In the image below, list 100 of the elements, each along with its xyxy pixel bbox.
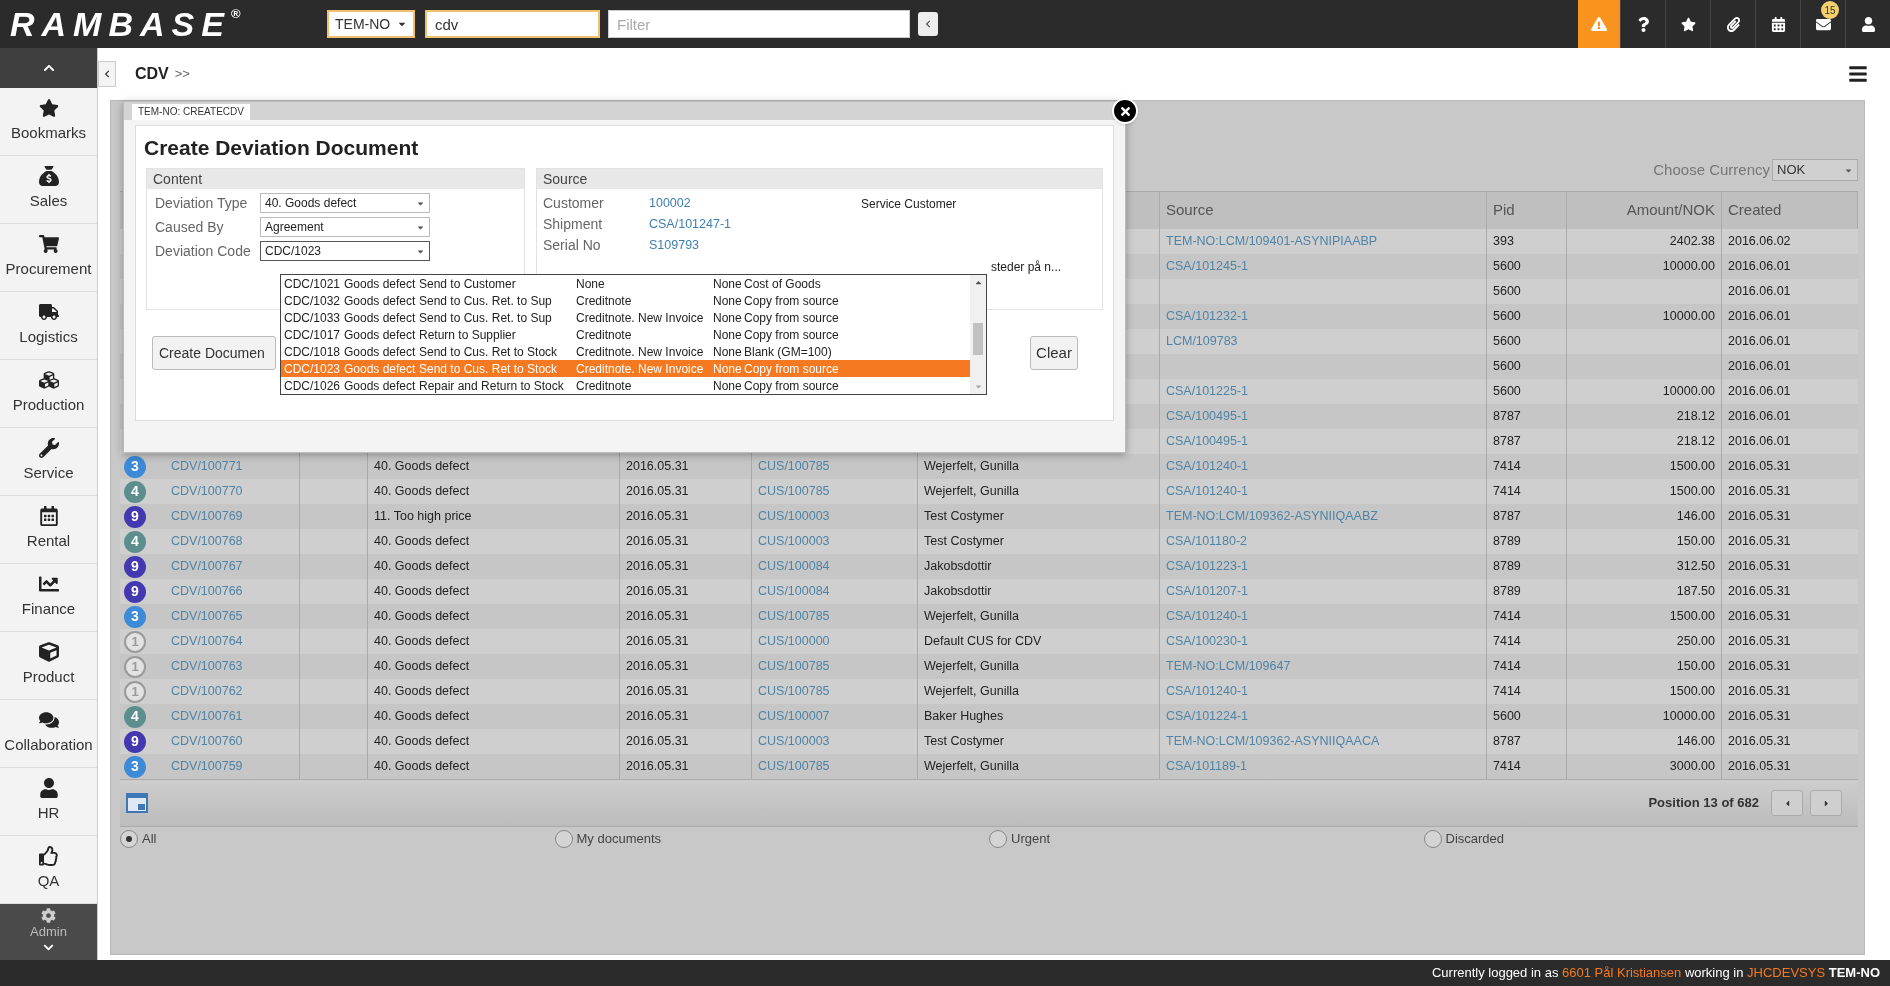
- column-header[interactable]: Source: [1166, 199, 1214, 222]
- field-link[interactable]: CSA/101247-1: [649, 215, 861, 234]
- scrollbar-thumb[interactable]: [973, 323, 983, 355]
- sidebar-item[interactable]: Bookmarks: [0, 88, 97, 156]
- dropdown-option[interactable]: CDC/1023 Goods defect Send to Cus. Ret to Stock Creditnote. New Invoice None Copy from source: [281, 360, 970, 377]
- sidebar-item[interactable]: Logistics: [0, 292, 97, 360]
- field-link[interactable]: S109793: [649, 236, 861, 255]
- table-link[interactable]: CSA/101224-1: [1166, 707, 1248, 726]
- table-link[interactable]: CDV/100761: [171, 707, 243, 726]
- field-label: Customer: [542, 194, 605, 213]
- filter-field[interactable]: Filter: [608, 10, 910, 38]
- table-link[interactable]: CSA/100495-1: [1166, 432, 1248, 451]
- window-icon[interactable]: [126, 793, 148, 813]
- sidebar-item[interactable]: Production: [0, 360, 97, 428]
- table-link[interactable]: CDV/100768: [171, 532, 243, 551]
- filter-radio[interactable]: My documents: [554, 829, 989, 849]
- sidebar-item[interactable]: Collaboration: [0, 700, 97, 768]
- column-header[interactable]: Pid: [1493, 199, 1515, 222]
- radio-icon[interactable]: [989, 830, 1007, 848]
- filter-radio[interactable]: Discarded: [1423, 829, 1858, 849]
- dropdown-option[interactable]: CDC/1021 Goods defect Send to Customer None None Cost of Goods: [281, 275, 970, 292]
- select-field[interactable]: 40. Goods defect: [260, 193, 430, 213]
- sidebar-item[interactable]: HR: [0, 768, 97, 836]
- close-button[interactable]: [1112, 98, 1138, 124]
- table-link[interactable]: CDV/100765: [171, 607, 243, 626]
- sidebar-item[interactable]: Sales: [0, 156, 97, 224]
- column-header[interactable]: Amount/NOK: [1626, 199, 1715, 222]
- table-link[interactable]: CDV/100766: [171, 582, 243, 601]
- table-link[interactable]: CSA/101240-1: [1166, 457, 1248, 476]
- table-link[interactable]: CDV/100767: [171, 557, 243, 576]
- table-link[interactable]: CSA/101232-1: [1166, 307, 1248, 326]
- table-link[interactable]: CSA/100230-1: [1166, 632, 1248, 651]
- table-link[interactable]: CSA/101240-1: [1166, 607, 1248, 626]
- scrollbar[interactable]: [970, 275, 986, 394]
- sidebar-item[interactable]: Product: [0, 632, 97, 700]
- mail-button[interactable]: 15: [1800, 0, 1845, 48]
- table-link[interactable]: CUS/100007: [758, 707, 830, 726]
- dialog-tab[interactable]: TEM-NO: CREATECDV: [132, 104, 250, 120]
- sidebar-item[interactable]: Admin: [30, 908, 67, 938]
- currency-select[interactable]: NOK: [1772, 159, 1858, 181]
- back-button[interactable]: [98, 61, 116, 87]
- table-link[interactable]: CUS/100785: [758, 757, 830, 776]
- filter-radio[interactable]: All: [120, 829, 555, 849]
- dropdown-option[interactable]: CDC/1033 Goods defect Send to Cus. Ret. to Sup Creditnote. New Invoice None Copy from source: [281, 309, 970, 326]
- table-link[interactable]: TEM-NO:LCM/109362-ASYNIIQAACA: [1166, 732, 1380, 751]
- menu-icon[interactable]: [1848, 64, 1868, 84]
- table-link[interactable]: CDV/100759: [171, 757, 243, 776]
- dropdown-option[interactable]: CDC/1017 Goods defect Return to Supplier Creditnote None Copy from source: [281, 326, 970, 343]
- table-link[interactable]: TEM-NO:LCM/109362-ASYNIIQAABZ: [1166, 507, 1378, 526]
- sidebar-item[interactable]: Service: [0, 428, 97, 496]
- table-link[interactable]: CDV/100771: [171, 457, 243, 476]
- table-link[interactable]: CUS/100785: [758, 457, 830, 476]
- table-link[interactable]: CSA/101240-1: [1166, 682, 1248, 701]
- filter-radio[interactable]: Urgent: [989, 829, 1424, 849]
- table-link[interactable]: CSA/101189-1: [1166, 757, 1248, 776]
- select-field[interactable]: CDC/1023: [260, 241, 430, 261]
- table-link[interactable]: CDV/100769: [171, 507, 243, 526]
- table-link[interactable]: CUS/100003: [758, 507, 830, 526]
- radio-icon[interactable]: [120, 830, 138, 848]
- select-field[interactable]: Agreement: [260, 217, 430, 237]
- collapse-button[interactable]: [918, 12, 938, 36]
- table-link[interactable]: CDV/100770: [171, 482, 243, 501]
- field-link[interactable]: 100002: [649, 194, 861, 213]
- table-link[interactable]: CSA/101240-1: [1166, 482, 1248, 501]
- table-link[interactable]: CSA/100495-1: [1166, 407, 1248, 426]
- radio-icon[interactable]: [1423, 830, 1442, 848]
- table-link[interactable]: LCM/109783: [1166, 332, 1238, 351]
- dropdown-option[interactable]: CDC/1018 Goods defect Send to Cus. Ret to Stock Creditnote. New Invoice None Blank (GM=100): [281, 343, 970, 360]
- table-link[interactable]: CSA/101180-2: [1166, 532, 1248, 551]
- table-link[interactable]: CSA/101207-1: [1166, 582, 1248, 601]
- column-header[interactable]: Created: [1728, 199, 1782, 222]
- radio-icon[interactable]: [554, 830, 573, 848]
- sidebar-item[interactable]: QA: [0, 836, 97, 904]
- dropdown-option[interactable]: CDC/1026 Goods defect Repair and Return to Stock Creditnote None Copy from source: [281, 377, 970, 394]
- sidebar-item[interactable]: Rental: [0, 496, 97, 564]
- table-link[interactable]: CUS/100785: [758, 657, 830, 676]
- table-link[interactable]: CDV/100760: [171, 732, 243, 751]
- sidebar-item[interactable]: Procurement: [0, 224, 97, 292]
- table-link[interactable]: CUS/100785: [758, 607, 830, 626]
- table-link[interactable]: CDV/100764: [171, 632, 243, 651]
- table-link[interactable]: CSA/101225-1: [1166, 382, 1248, 401]
- clear-button[interactable]: Clear: [1030, 336, 1078, 370]
- table-link[interactable]: CDV/100762: [171, 682, 243, 701]
- table-link[interactable]: CUS/100003: [758, 732, 830, 751]
- table-link[interactable]: CUS/100084: [758, 557, 830, 576]
- dropdown-option[interactable]: CDC/1032 Goods defect Send to Cus. Ret. to Sup Creditnote None Copy from source: [281, 292, 970, 309]
- table-link[interactable]: CUS/100084: [758, 582, 830, 601]
- table-link[interactable]: CSA/101245-1: [1166, 257, 1248, 276]
- company-select[interactable]: TEM-NO: [327, 10, 415, 38]
- search-field[interactable]: cdv: [425, 10, 600, 38]
- table-link[interactable]: TEM-NO:LCM/109647: [1166, 657, 1291, 676]
- table-link[interactable]: CUS/100000: [758, 632, 830, 651]
- table-link[interactable]: CDV/100763: [171, 657, 243, 676]
- table-link[interactable]: CUS/100785: [758, 482, 830, 501]
- sidebar-item[interactable]: Finance: [0, 564, 97, 632]
- create-document-button[interactable]: Create Documen: [152, 336, 276, 370]
- table-link[interactable]: TEM-NO:LCM/109401-ASYNIPIAABP: [1166, 232, 1378, 251]
- table-link[interactable]: CUS/100785: [758, 682, 830, 701]
- table-link[interactable]: CSA/101223-1: [1166, 557, 1248, 576]
- table-link[interactable]: CUS/100003: [758, 532, 830, 551]
